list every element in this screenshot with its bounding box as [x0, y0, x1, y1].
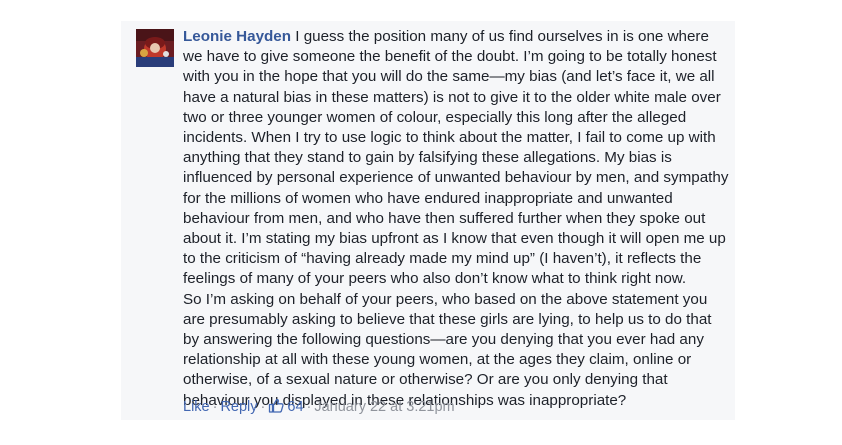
- separator: ·: [260, 399, 266, 415]
- thumbs-up-outline-icon: [269, 398, 284, 413]
- comment-text-1: I guess the position many of us find our…: [183, 28, 729, 288]
- avatar[interactable]: [136, 29, 174, 67]
- separator: ·: [306, 399, 312, 415]
- comment-body: Leonie Hayden I guess the position many …: [183, 27, 731, 411]
- avatar-photo: [136, 29, 174, 67]
- like-count: 64: [287, 399, 304, 415]
- separator: ·: [212, 399, 218, 415]
- like-button[interactable]: Like: [183, 399, 210, 415]
- reaction-count-link[interactable]: 64: [268, 398, 304, 415]
- author-name-link[interactable]: Leonie Hayden: [183, 28, 291, 45]
- comment-actions: Like · Reply · 64 · January 22 at 3:21pm: [183, 398, 455, 416]
- comment-text-2: So I’m asking on behalf of your peers, w…: [183, 290, 712, 409]
- comment-card: Leonie Hayden I guess the position many …: [121, 21, 735, 420]
- comment-paragraph-2: So I’m asking on behalf of your peers, w…: [183, 290, 731, 411]
- reply-button[interactable]: Reply: [220, 399, 257, 415]
- comment-paragraph-1: Leonie Hayden I guess the position many …: [183, 27, 731, 290]
- timestamp-link[interactable]: January 22 at 3:21pm: [314, 399, 454, 415]
